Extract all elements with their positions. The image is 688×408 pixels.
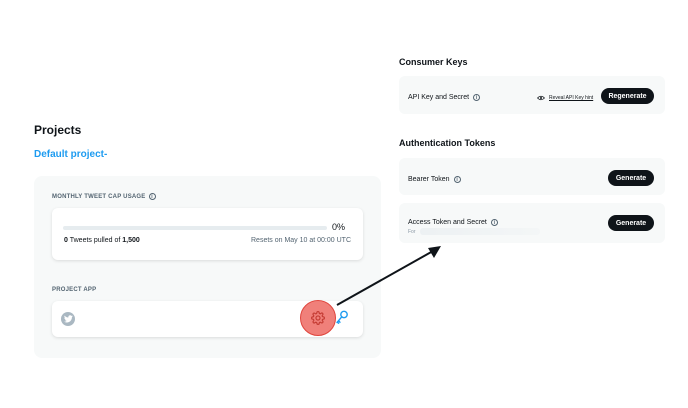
tweets-pulled-limit: 1,500 (122, 237, 140, 244)
bearer-token-label: Bearer Token (408, 176, 450, 183)
page-title: Projects (34, 123, 82, 137)
info-icon[interactable]: i (453, 176, 461, 183)
bearer-token-row: Bearer Token i (408, 176, 461, 183)
auth-tokens-heading: Authentication Tokens (399, 138, 496, 148)
api-key-label: API Key and Secret (408, 94, 470, 101)
settings-highlight[interactable] (300, 300, 336, 336)
api-key-row: API Key and Secret i (408, 94, 481, 101)
generate-access-button[interactable]: Generate (608, 215, 654, 231)
generate-bearer-button[interactable]: Generate (608, 170, 654, 186)
eye-icon (537, 95, 545, 101)
default-project-link[interactable]: Default project- (34, 149, 107, 160)
regenerate-button[interactable]: Regenerate (601, 88, 654, 104)
tweet-cap-label: MONTHLY TWEET CAP USAGE (52, 193, 146, 200)
key-icon[interactable] (335, 310, 349, 326)
reveal-api-key-hint[interactable]: Reveal API Key hint (537, 95, 593, 101)
info-icon[interactable]: i (490, 219, 498, 226)
info-icon[interactable]: i (473, 94, 481, 101)
gear-icon[interactable] (311, 311, 325, 325)
reveal-api-key-link[interactable]: Reveal API Key hint (549, 95, 593, 101)
info-icon[interactable]: i (148, 193, 156, 200)
tweets-pulled-text: 0 Tweets pulled of 1,500 (64, 237, 140, 244)
access-token-blurred-text (420, 228, 540, 235)
tweet-cap-percent: 0% (332, 222, 346, 232)
tweet-cap-card (52, 208, 363, 260)
access-token-label: Access Token and Secret (408, 219, 487, 226)
project-app-label: PROJECT APP (52, 287, 97, 293)
access-token-subtext: For (408, 229, 416, 235)
twitter-bird-icon (61, 312, 75, 326)
reset-date-text: Resets on May 10 at 00:00 UTC (251, 237, 351, 244)
tweet-cap-progress-bar (63, 226, 327, 230)
access-token-row: Access Token and Secret i (408, 219, 498, 226)
consumer-keys-heading: Consumer Keys (399, 57, 468, 67)
tweet-cap-section-label: MONTHLY TWEET CAP USAGE i (52, 193, 156, 200)
tweets-pulled-mid: Tweets pulled of (67, 237, 123, 244)
